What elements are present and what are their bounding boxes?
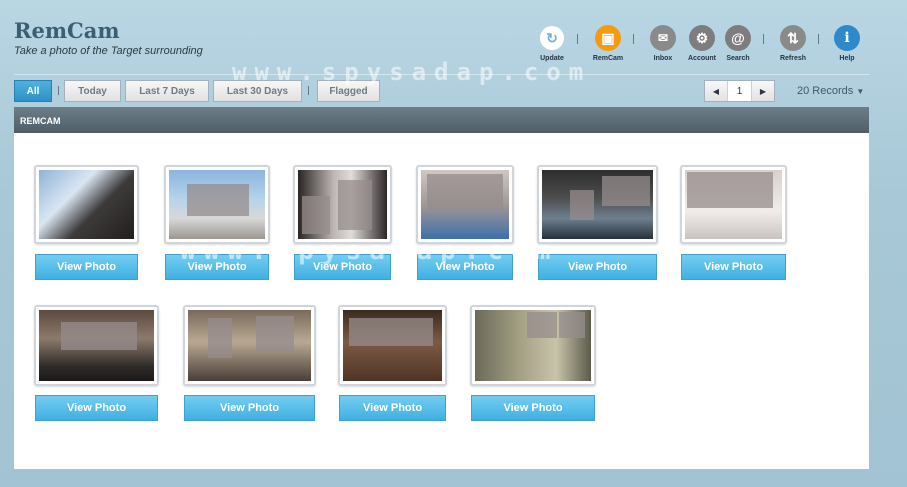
camera-icon: ▣ [595, 25, 621, 51]
blurred-region [527, 312, 557, 338]
chevron-down-icon: ▼ [856, 87, 865, 96]
blurred-region [602, 176, 650, 206]
blurred-region [208, 318, 232, 358]
prev-page-icon[interactable]: ◀ [705, 81, 727, 101]
photo-thumbnail[interactable] [680, 165, 787, 244]
view-photo-button[interactable]: View Photo [538, 254, 657, 280]
panel-title: REMCAM [20, 116, 61, 126]
photo-thumbnail[interactable] [183, 305, 316, 386]
photo-thumbnail[interactable] [34, 305, 159, 386]
current-page: 1 [727, 81, 752, 101]
view-photo-button[interactable]: View Photo [35, 395, 158, 421]
photo-image [685, 170, 782, 239]
update-button[interactable]: ↻ Update [530, 25, 574, 62]
filter-all-button[interactable]: All [14, 80, 52, 102]
update-label: Update [540, 55, 564, 62]
filter-flagged-button[interactable]: Flagged [317, 80, 380, 102]
toolbar-divider [633, 34, 634, 44]
view-photo-button[interactable]: View Photo [471, 395, 595, 421]
gear-icon: ⚙ [689, 25, 715, 51]
blurred-region [427, 174, 503, 210]
photo-thumbnail[interactable] [537, 165, 658, 244]
blurred-region [61, 322, 137, 350]
toolbar-divider [818, 34, 819, 44]
blurred-region [338, 180, 372, 230]
view-photo-button[interactable]: View Photo [294, 254, 391, 280]
view-photo-button[interactable]: View Photo [35, 254, 138, 280]
view-photo-button[interactable]: View Photo [417, 254, 513, 280]
refresh-label: Refresh [779, 55, 807, 62]
view-photo-button[interactable]: View Photo [681, 254, 786, 280]
blurred-region [687, 172, 773, 208]
records-dropdown[interactable]: 20 Records ▼ [797, 85, 864, 97]
toolbar-divider [577, 34, 578, 44]
photo-image [421, 170, 509, 239]
app-title: RemCam [14, 18, 120, 43]
photo-image [298, 170, 387, 239]
photo-thumbnail[interactable] [34, 165, 139, 244]
remcam-label: RemCam [592, 55, 624, 62]
toolbar-divider [763, 34, 764, 44]
blurred-region [559, 312, 585, 338]
help-button[interactable]: i Help [825, 25, 869, 62]
records-label: 20 Records [797, 85, 854, 97]
inbox-button[interactable]: ✉ Inbox [641, 25, 685, 62]
photo-image [475, 310, 591, 381]
pagination: ◀ 1 ▶ [704, 80, 775, 102]
filter-last-7-days-button[interactable]: Last 7 Days [125, 80, 209, 102]
view-photo-button[interactable]: View Photo [184, 395, 315, 421]
photo-image [542, 170, 653, 239]
toolbar: ↻ Update ▣ RemCam ✉ Inbox ⚙ Account @ Se… [530, 25, 870, 69]
photo-image [39, 170, 134, 239]
refresh-arrows-icon: ⇅ [780, 25, 806, 51]
filter-divider [308, 86, 309, 95]
photo-thumbnail[interactable] [338, 305, 447, 386]
blurred-region [302, 196, 330, 234]
filter-today-button[interactable]: Today [64, 80, 121, 102]
photo-image [169, 170, 265, 239]
photo-thumbnail[interactable] [164, 165, 270, 244]
inbox-label: Inbox [653, 55, 673, 62]
photo-image [343, 310, 442, 381]
blurred-region [256, 316, 294, 352]
photo-image [188, 310, 311, 381]
remcam-button[interactable]: ▣ RemCam [586, 25, 630, 62]
at-search-icon: @ [725, 25, 751, 51]
refresh-cycle-icon: ↻ [539, 25, 565, 51]
view-photo-button[interactable]: View Photo [165, 254, 269, 280]
view-photo-button[interactable]: View Photo [339, 395, 446, 421]
photo-thumbnail[interactable] [293, 165, 392, 244]
next-page-icon[interactable]: ▶ [752, 81, 774, 101]
info-icon: i [834, 25, 860, 51]
photo-thumbnail[interactable] [470, 305, 596, 386]
filter-divider [58, 86, 59, 95]
photo-image [39, 310, 154, 381]
header-divider [14, 74, 869, 75]
help-label: Help [839, 55, 855, 62]
refresh-button[interactable]: ⇅ Refresh [771, 25, 815, 62]
blurred-region [570, 190, 594, 220]
blurred-region [187, 184, 249, 216]
photo-thumbnail[interactable] [416, 165, 514, 244]
envelope-icon: ✉ [650, 25, 676, 51]
search-button[interactable]: @ Search [716, 25, 760, 62]
panel-header: REMCAM [14, 107, 869, 133]
search-label: Search [726, 55, 750, 62]
filter-last-30-days-button[interactable]: Last 30 Days [213, 80, 302, 102]
app-subtitle: Take a photo of the Target surrounding [14, 45, 203, 57]
blurred-region [349, 318, 433, 346]
